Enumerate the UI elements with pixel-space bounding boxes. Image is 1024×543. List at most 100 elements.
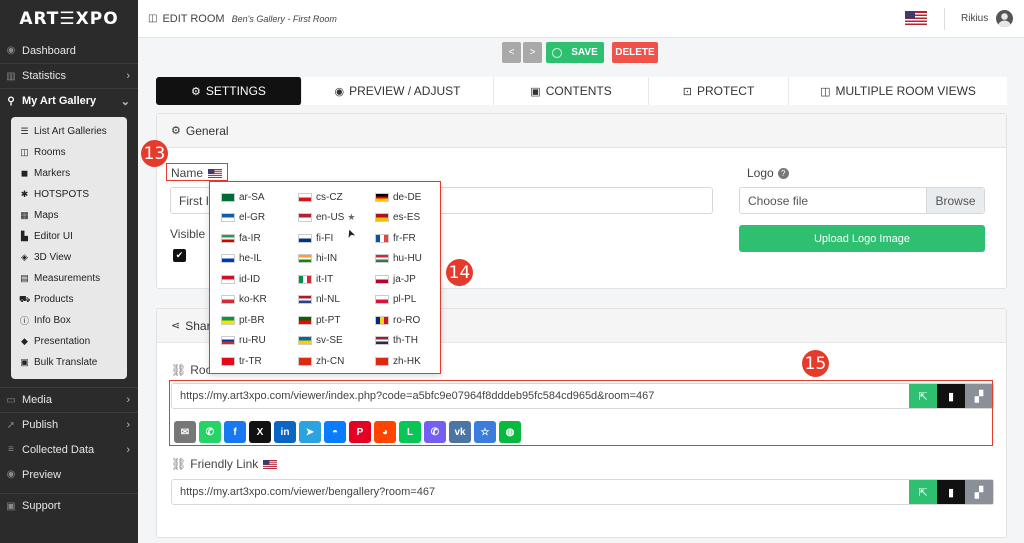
tab-label: CONTENTS: [545, 84, 612, 98]
dashboard-icon: ◉: [6, 45, 16, 56]
language-option-he-il[interactable]: he-IL: [221, 252, 262, 266]
language-code: zh-HK: [393, 355, 421, 367]
sidebar-subitem-maps[interactable]: ▦ Maps: [11, 205, 127, 226]
language-option-nl-nl[interactable]: nl-NL: [298, 293, 340, 307]
language-option-pl-pl[interactable]: pl-PL: [375, 293, 416, 307]
sidebar-subitem-bulk-translate[interactable]: ▣ Bulk Translate: [11, 352, 127, 373]
sidebar-subitem-products[interactable]: ⛟ Products: [11, 289, 127, 310]
avatar[interactable]: [996, 10, 1013, 27]
sidebar-subitem-markers[interactable]: ◼ Markers: [11, 163, 127, 184]
next-button[interactable]: >: [523, 42, 542, 63]
language-option-ar-sa[interactable]: ar-SA: [221, 190, 265, 204]
sidebar-subitem-3d-view[interactable]: ◈ 3D View: [11, 247, 127, 268]
sidebar-item-statistics[interactable]: ▥ Statistics ›: [0, 63, 138, 88]
sidebar-item-publish[interactable]: ➚ Publish ›: [0, 412, 138, 437]
language-code: nl-NL: [316, 294, 340, 305]
sidebar-item-collected-data[interactable]: ≡ Collected Data ›: [0, 437, 138, 462]
sidebar-subitem-label: List Art Galleries: [34, 126, 107, 137]
sidebar-subitem-editor-ui[interactable]: ▙ Editor UI: [11, 226, 127, 247]
qr-code-button[interactable]: ▞: [965, 480, 993, 504]
sidebar-subitem-list-art-galleries[interactable]: ☰ List Art Galleries: [11, 121, 127, 142]
sidebar-item-label: Media: [22, 394, 52, 406]
gallery-submenu: ☰ List Art Galleries ◫ Rooms ◼ Markers ✱ HOT…: [11, 117, 127, 379]
tab-label: MULTIPLE ROOM VIEWS: [835, 84, 976, 98]
language-code: id-ID: [239, 273, 261, 285]
sidebar-item-support[interactable]: ▣ Support: [0, 493, 138, 518]
language-option-ro-ro[interactable]: ro-RO: [375, 313, 420, 327]
language-option-pt-br[interactable]: pt-BR: [221, 313, 265, 327]
language-option-fa-ir[interactable]: fa-IR: [221, 231, 261, 245]
choose-file-text[interactable]: Choose file: [740, 188, 926, 213]
sidebar-subitem-hotspots[interactable]: ✱ HOTSPOTS: [11, 184, 127, 205]
language-option-id-id[interactable]: id-ID: [221, 272, 260, 286]
language-code: pl-PL: [393, 294, 417, 305]
language-option-es-es[interactable]: es-ES: [375, 211, 420, 225]
default-star-icon: ★: [347, 212, 356, 222]
language-option-it-it[interactable]: it-IT: [298, 272, 333, 286]
sidebar-subitem-measurements[interactable]: ▤ Measurements: [11, 268, 127, 289]
tab-protect[interactable]: ⊡ PROTECT: [649, 77, 789, 105]
language-option-fr-fr[interactable]: fr-FR: [375, 231, 416, 245]
language-option-de-de[interactable]: de-DE: [375, 190, 421, 204]
tab-contents[interactable]: ▣ CONTENTS: [494, 77, 649, 105]
sidebar-subitem-presentation[interactable]: ◆ Presentation: [11, 331, 127, 352]
language-code: hu-HU: [393, 253, 422, 264]
copy-button[interactable]: ▮: [937, 480, 965, 504]
language-option-pt-pt[interactable]: pt-PT: [298, 313, 340, 327]
language-option-el-gr[interactable]: el-GR: [221, 211, 265, 225]
sidebar-item-dashboard[interactable]: ◉ Dashboard: [0, 38, 138, 63]
tab-multiple-room-views[interactable]: ◫ MULTIPLE ROOM VIEWS: [789, 77, 1007, 105]
language-option-sv-se[interactable]: sv-SE: [298, 334, 343, 348]
tab-preview-adjust[interactable]: ◉ PREVIEW / ADJUST: [302, 77, 494, 105]
help-icon[interactable]: ?: [777, 167, 789, 179]
list-icon: ☰: [20, 126, 29, 136]
open-link-button[interactable]: ⇱: [909, 480, 937, 504]
flag-icon: [221, 192, 235, 202]
language-code: el-GR: [239, 212, 266, 223]
language-option-hu-hu[interactable]: hu-HU: [375, 252, 422, 266]
tab-settings[interactable]: ⚙ SETTINGS: [156, 77, 302, 105]
sidebar-item-label: Dashboard: [22, 44, 76, 57]
mouse-cursor-icon: ➤: [343, 226, 359, 240]
translate-icon: ▣: [20, 357, 29, 367]
language-option-ja-jp[interactable]: ja-JP: [375, 272, 416, 286]
language-option-th-th[interactable]: th-TH: [375, 334, 418, 348]
delete-button[interactable]: DELETE: [612, 42, 658, 63]
language-option-zh-cn[interactable]: zh-CN: [298, 354, 344, 368]
sidebar-item-my-art-gallery[interactable]: ⚲ My Art Gallery ⌄: [0, 88, 138, 113]
language-option-ko-kr[interactable]: ko-KR: [221, 293, 267, 307]
language-code: pt-BR: [239, 314, 265, 326]
sidebar-item-preview[interactable]: ◉ Preview: [0, 462, 138, 487]
language-option-cs-cz[interactable]: cs-CZ: [298, 190, 343, 204]
sidebar-subitem-rooms[interactable]: ◫ Rooms: [11, 142, 127, 163]
language-option-zh-hk[interactable]: zh-HK: [375, 354, 421, 368]
flag-icon: [375, 254, 389, 263]
us-flag-icon[interactable]: [905, 11, 927, 25]
sidebar-item-media[interactable]: ▭ Media ›: [0, 387, 138, 412]
user-name[interactable]: Rikius: [961, 13, 988, 24]
app-logo[interactable]: ART☰XPO: [0, 0, 138, 38]
flag-icon: [375, 315, 389, 325]
visible-checkbox[interactable]: ✔: [173, 249, 186, 262]
language-option-tr-tr[interactable]: tr-TR: [221, 354, 262, 368]
friendly-url-field: https://my.art3xpo.com/viewer/bengallery…: [171, 479, 994, 505]
header-divider: [944, 8, 945, 30]
flag-icon: [221, 254, 235, 263]
language-code: ro-RO: [393, 314, 421, 326]
language-option-ru-ru[interactable]: ru-RU: [221, 334, 266, 348]
previous-button[interactable]: <: [502, 42, 521, 63]
browse-button[interactable]: Browse: [926, 188, 984, 213]
language-option-fi-fi[interactable]: fi-FI: [298, 231, 333, 245]
language-option-en-us[interactable]: en-US ★: [298, 211, 355, 225]
sidebar-item-label: Support: [22, 500, 61, 512]
sidebar-item-label: Preview: [22, 468, 62, 481]
language-option-hi-in[interactable]: hi-IN: [298, 252, 337, 266]
friendly-url-input[interactable]: https://my.art3xpo.com/viewer/bengallery…: [172, 480, 909, 504]
upload-logo-button[interactable]: Upload Logo Image: [739, 225, 985, 252]
language-code: it-IT: [316, 273, 334, 285]
sidebar-subitem-info-box[interactable]: ⓘ Info Box: [11, 310, 127, 331]
flag-icon: [221, 274, 235, 284]
chevron-right-icon: ›: [126, 394, 130, 406]
logo-file-input[interactable]: Choose file Browse: [739, 187, 985, 214]
save-button[interactable]: SAVE: [546, 42, 604, 63]
